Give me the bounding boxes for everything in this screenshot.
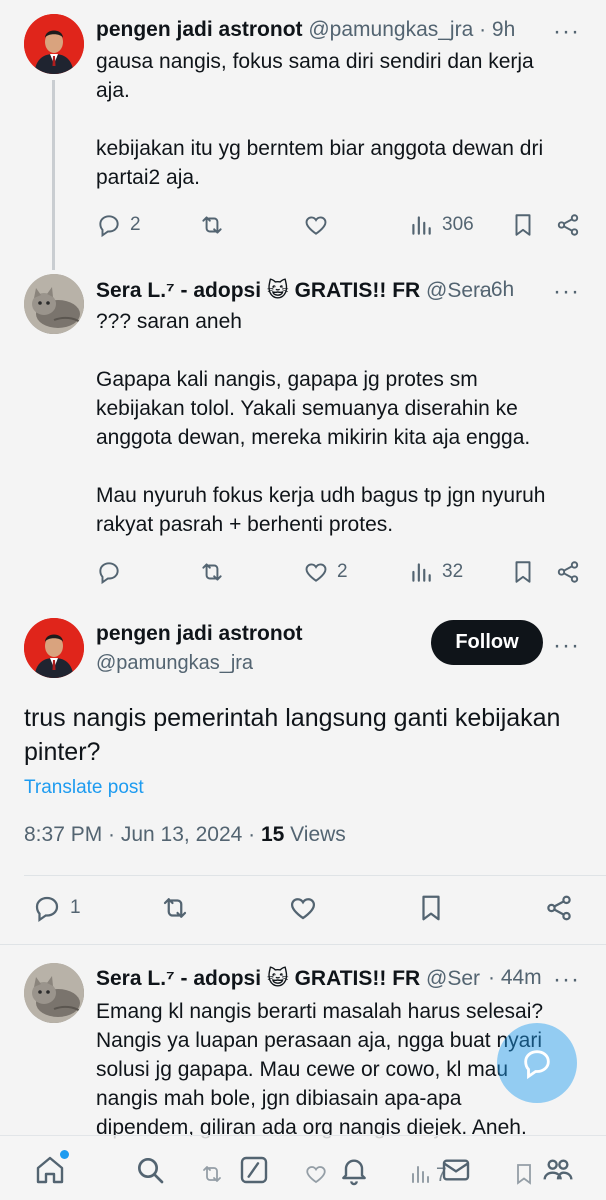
ghost-analytics-icon bbox=[412, 1166, 429, 1183]
avatar[interactable] bbox=[24, 963, 84, 1023]
bottom-navigation: 7 bbox=[0, 1135, 606, 1200]
reply-tweet-3[interactable]: Sera L.⁷ - adopsi 😺 GRATIS!! FR @Ser · 4… bbox=[0, 0, 606, 1140]
ghost-heart-icon bbox=[306, 1166, 326, 1184]
more-options-icon[interactable]: ··· bbox=[553, 968, 580, 992]
messages-icon[interactable] bbox=[440, 1154, 472, 1186]
communities-icon[interactable] bbox=[542, 1154, 574, 1186]
tweet-header: Sera L.⁷ - adopsi 😺 GRATIS!! FR @Ser bbox=[96, 966, 488, 991]
home-icon[interactable] bbox=[34, 1154, 66, 1186]
timestamp[interactable]: · 44m bbox=[488, 966, 542, 990]
author-handle[interactable]: @Ser bbox=[426, 967, 480, 990]
ghost-repost-icon bbox=[203, 1166, 221, 1182]
ghost-bookmark-icon bbox=[517, 1164, 531, 1185]
notifications-icon[interactable] bbox=[338, 1154, 370, 1186]
chat-bubble-icon bbox=[524, 1050, 550, 1080]
author-name[interactable]: Sera L.⁷ - adopsi 😺 GRATIS!! FR bbox=[96, 967, 420, 990]
compose-icon[interactable] bbox=[238, 1154, 270, 1186]
search-icon[interactable] bbox=[134, 1154, 166, 1186]
compose-reply-button[interactable] bbox=[497, 1023, 577, 1103]
